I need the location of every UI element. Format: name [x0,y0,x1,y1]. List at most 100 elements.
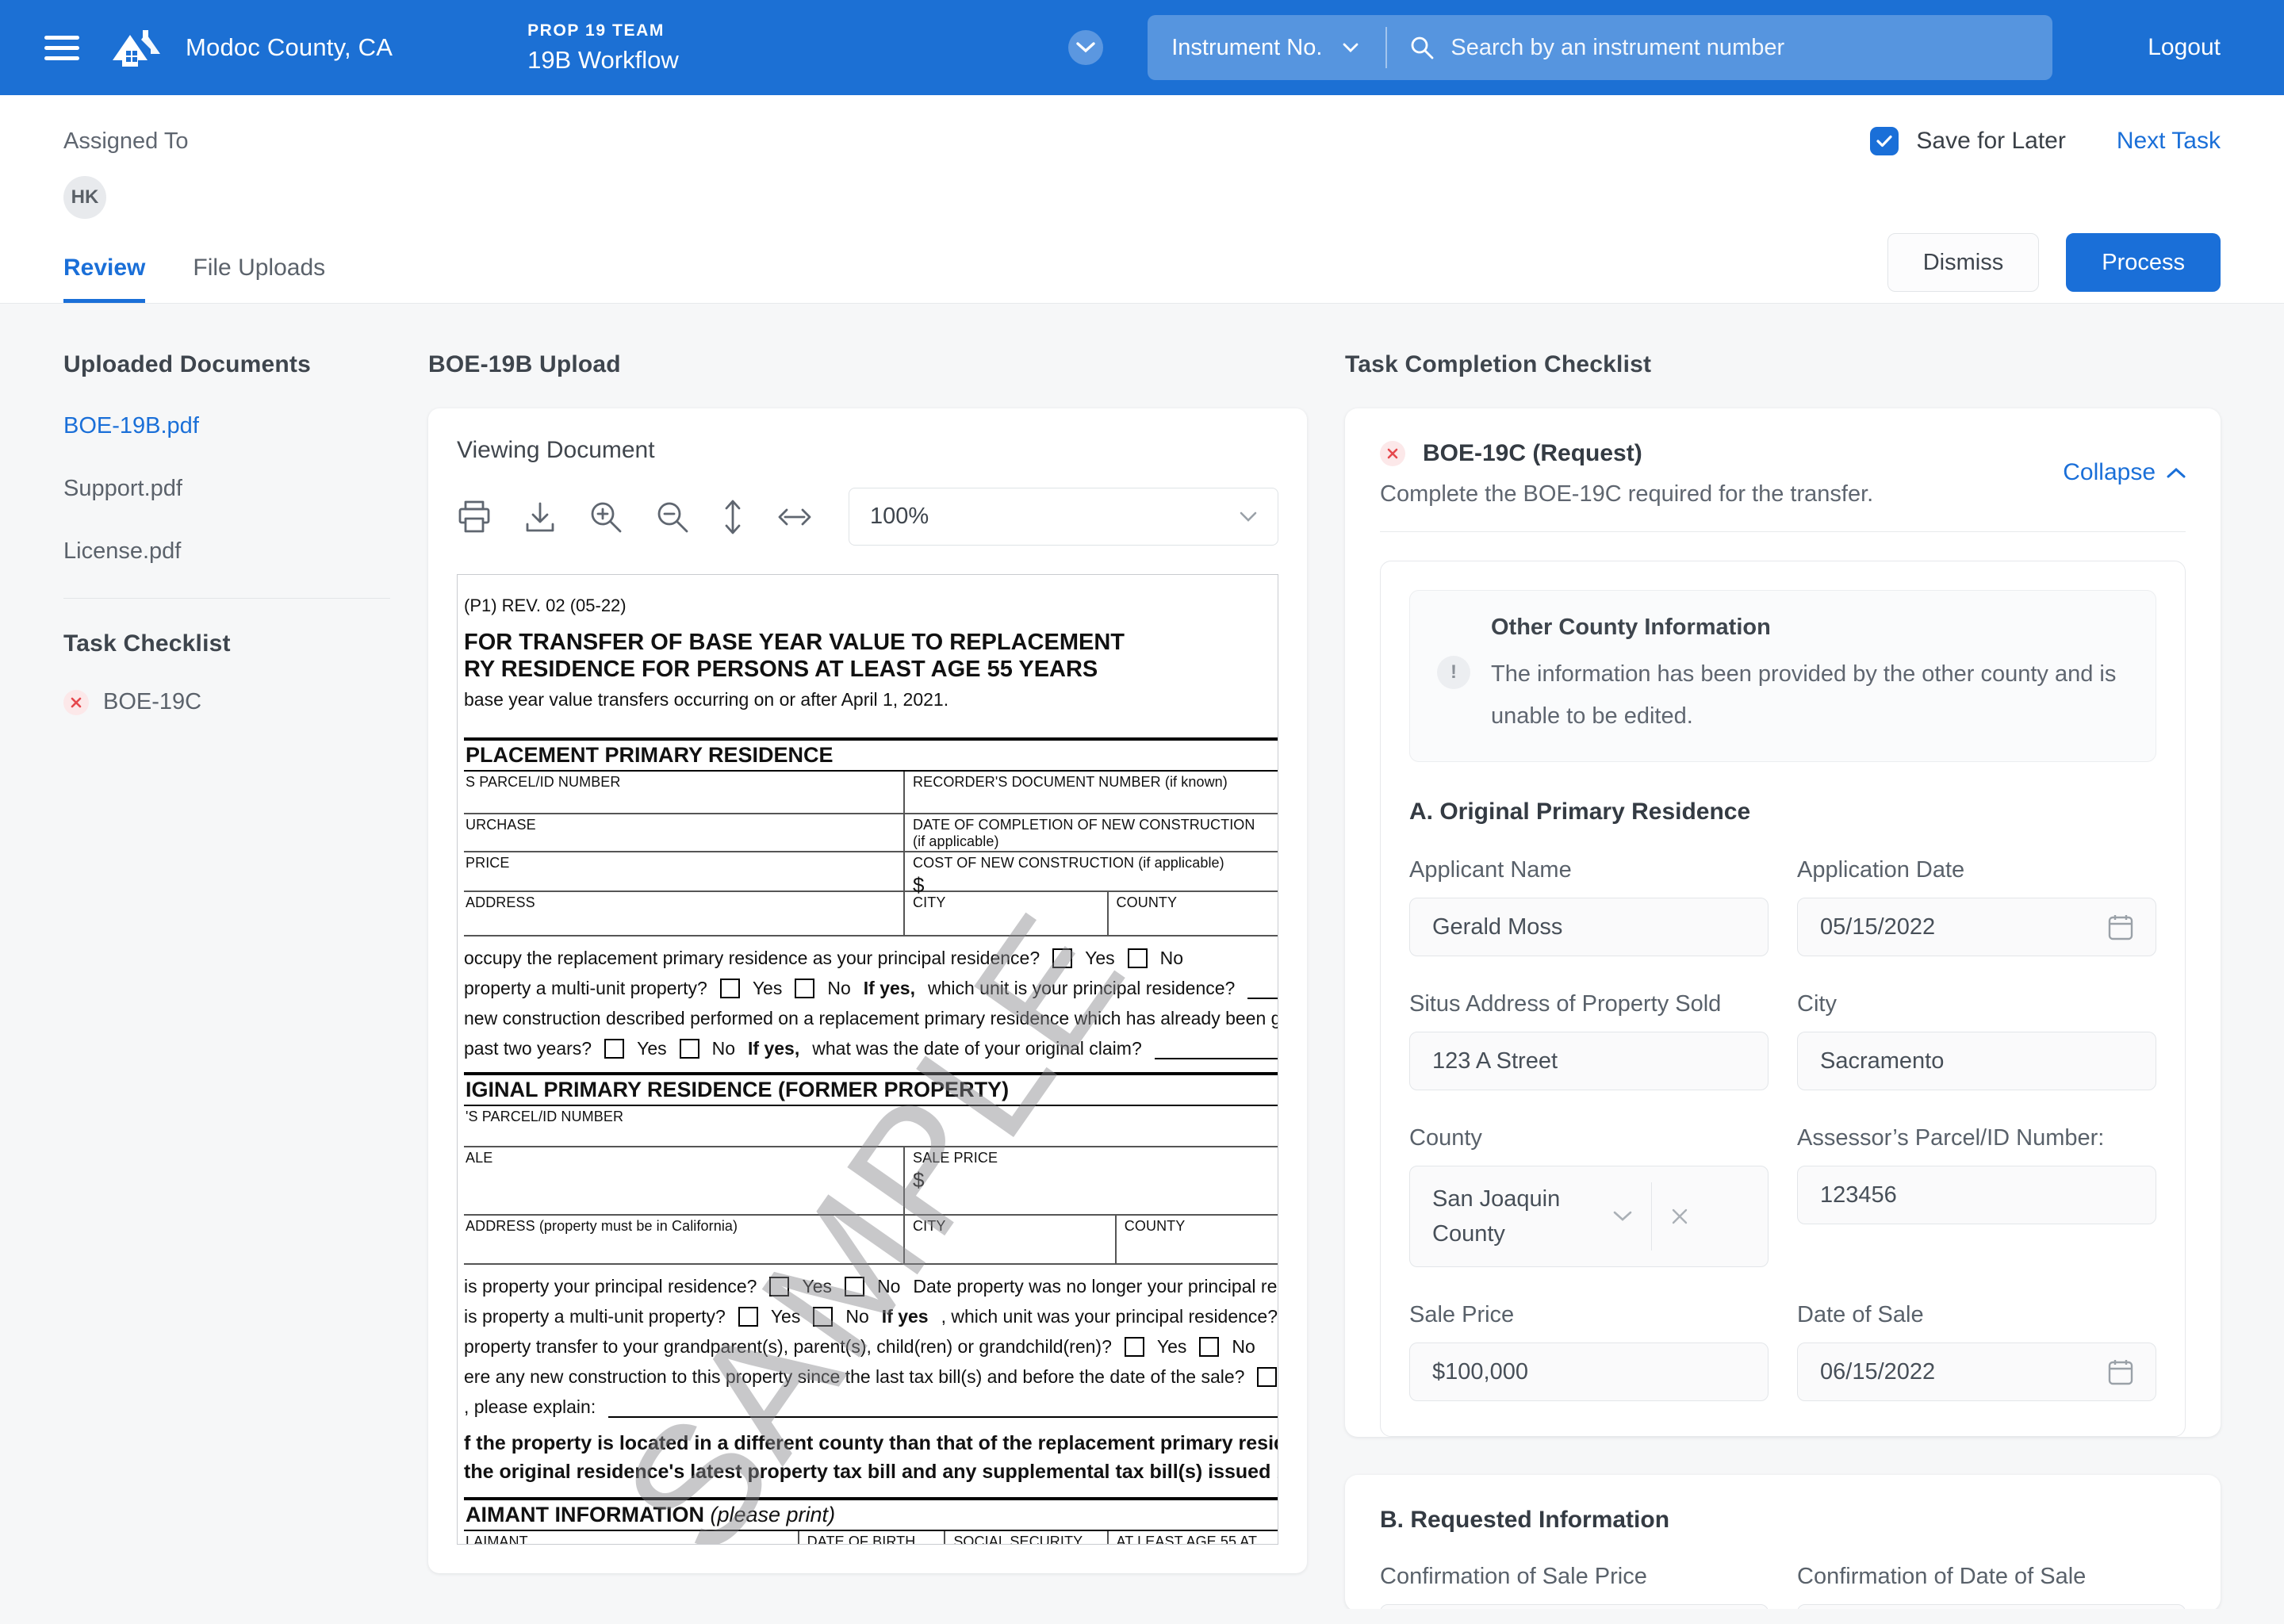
sale-price-input[interactable]: $100,000 [1409,1342,1769,1401]
county-select[interactable]: San Joaquin County [1409,1166,1769,1267]
pdf-title-line1: FOR TRANSFER OF BASE YEAR VALUE TO REPLA… [464,630,1125,655]
date-of-sale-input[interactable]: 06/15/2022 [1797,1342,2156,1401]
fit-horizontal-icon[interactable] [776,505,814,529]
pdf-cell-label: SOCIAL SECURITY NUMBER [944,1531,1106,1544]
sidebar-divider [63,598,390,599]
pdf-cell-label: AT LEAST AGE 55 AT TIME OF SA [1116,1534,1257,1545]
pdf-cell-label: ADDRESS [466,894,535,910]
confirmation-date-of-sale-input[interactable] [1797,1604,2186,1609]
process-button[interactable]: Process [2066,233,2221,292]
workflow-switcher[interactable]: PROP 19 TEAM 19B Workflow [527,21,679,75]
pdf-checkbox [1127,948,1148,968]
zoom-level-select[interactable]: 100% [849,488,1278,546]
pdf-question: , please explain: [464,1396,596,1417]
pdf-rev-line: (P1) REV. 02 (05-22) [464,596,627,615]
pdf-note-line2: the original residence's latest property… [464,1461,1278,1483]
card-divider [1380,531,2186,532]
pdf-section2-header: IGINAL PRIMARY RESIDENCE (FORMER PROPERT… [464,1072,1278,1106]
applicant-name-field: Applicant Name Gerald Moss [1409,857,1769,956]
apn-input[interactable]: 123456 [1797,1166,2156,1224]
date-of-sale-field: Date of Sale 06/15/2022 [1797,1302,2156,1401]
pdf-question: property transfer to your grandparent(s)… [464,1336,1112,1357]
city-label: City [1797,991,1837,1017]
app-header: Modoc County, CA PROP 19 TEAM 19B Workfl… [0,0,2284,95]
menu-icon[interactable] [44,35,79,60]
next-task-link[interactable]: Next Task [2117,128,2221,155]
checklist-section-title: Task Completion Checklist [1345,351,1652,377]
main-content: Uploaded Documents BOE-19B.pdf Support.p… [0,304,2284,1609]
calendar-icon[interactable] [2108,914,2133,940]
pdf-cell-label: 'S PARCEL/ID NUMBER [466,1109,624,1124]
applicant-name-input[interactable]: Gerald Moss [1409,898,1769,956]
save-for-later-checkbox[interactable]: Save for Later [1870,127,2066,155]
apn-field: Assessor’s Parcel/ID Number: 123456 [1797,1125,2156,1224]
download-icon[interactable] [523,500,557,534]
apn-label: Assessor’s Parcel/ID Number: [1797,1125,2105,1151]
checkbox-checked-icon[interactable] [1870,127,1899,155]
pdf-cell-label: ADDRESS (property must be in California) [466,1218,738,1234]
situs-address-input[interactable]: 123 A Street [1409,1032,1769,1090]
pdf-cell-label: RECORDER'S DOCUMENT NUMBER (if known) [903,772,1278,813]
document-viewer-card: Viewing Document 100% SAMPLE (P1) REV. 0… [428,408,1307,1573]
tab-review[interactable]: Review [63,255,146,303]
chevron-down-icon[interactable] [1613,1211,1632,1222]
zoom-out-icon[interactable] [655,500,690,534]
county-label: County [1409,1125,1482,1151]
zoom-in-icon[interactable] [588,500,623,534]
confirmation-date-of-sale-label: Confirmation of Date of Sale [1797,1564,2087,1589]
pdf-cell-label: COUNTY [1114,1216,1278,1263]
pdf-cell-label: DATE OF BIRTH [797,1531,945,1544]
pdf-question: new construction described performed on … [464,1008,1278,1028]
search-category-dropdown[interactable]: Instrument No. [1171,35,1359,61]
clear-x-icon[interactable] [1671,1208,1688,1225]
pdf-cell-label: CITY [903,892,1107,935]
city-input[interactable]: Sacramento [1797,1032,2156,1090]
uploaded-documents-title: Uploaded Documents [63,351,311,377]
document-item[interactable]: Support.pdf [63,476,390,502]
application-date-input[interactable]: 05/15/2022 [1797,898,2156,956]
pdf-question: ere any new construction to this propert… [464,1366,1245,1387]
search-category-label: Instrument No. [1171,34,1323,60]
dismiss-button[interactable]: Dismiss [1887,233,2040,292]
pdf-cell-label: CITY [903,1216,1115,1263]
collapse-toggle[interactable]: Collapse [2063,459,2186,486]
pdf-question: occupy the replacement primary residence… [464,948,1040,968]
viewer-section-title: BOE-19B Upload [428,351,621,377]
pdf-cell-label: COUNTY [1106,892,1278,935]
tab-bar: Review File Uploads [63,255,325,303]
task-header: Assigned To Save for Later Next Task HK … [0,95,2284,304]
city-field: City Sacramento [1797,991,2156,1090]
info-title: Other County Information [1491,615,1771,640]
county-field: County San Joaquin County [1409,1125,1769,1267]
request-card-title: BOE-19C (Request) [1423,440,1642,466]
pdf-section1-header: PLACEMENT PRIMARY RESIDENCE [464,737,1278,772]
pdf-note-line1: f the property is located in a different… [464,1432,1278,1454]
team-label: PROP 19 TEAM [527,21,665,40]
fit-vertical-icon[interactable] [722,499,744,535]
search-icon [1412,36,1434,59]
pdf-question: property a multi-unit property? [464,978,707,998]
documents-sidebar: Uploaded Documents BOE-19B.pdf Support.p… [63,351,390,715]
requested-information-card: B. Requested Information Confirmation of… [1345,1475,2221,1609]
task-checklist-item[interactable]: BOE-19C [63,689,390,715]
search-divider [1385,27,1388,68]
task-item-label: BOE-19C [103,689,202,714]
pdf-document-page[interactable]: SAMPLE (P1) REV. 02 (05-22) FOR TRANSFER… [457,574,1278,1545]
pdf-question: is property a multi-unit property? [464,1306,726,1327]
other-county-info-panel: ! Other County Information The informati… [1409,590,2156,762]
search-bar: Instrument No. [1148,15,2053,80]
search-input[interactable] [1450,34,2029,61]
confirmation-sale-price-input[interactable] [1380,1604,1769,1609]
incomplete-x-icon [1380,441,1405,466]
print-icon[interactable] [457,500,492,534]
document-item[interactable]: BOE-19B.pdf [63,413,390,439]
workflow-chevron-down-icon[interactable] [1068,30,1104,65]
zoom-level-value: 100% [870,504,929,529]
collapse-label: Collapse [2063,459,2156,485]
logout-button[interactable]: Logout [2148,34,2221,61]
document-item[interactable]: License.pdf [63,538,390,565]
tab-file-uploads[interactable]: File Uploads [193,255,325,303]
calendar-icon[interactable] [2108,1358,2133,1385]
avatar[interactable]: HK [63,176,106,219]
application-date-label: Application Date [1797,857,1965,883]
